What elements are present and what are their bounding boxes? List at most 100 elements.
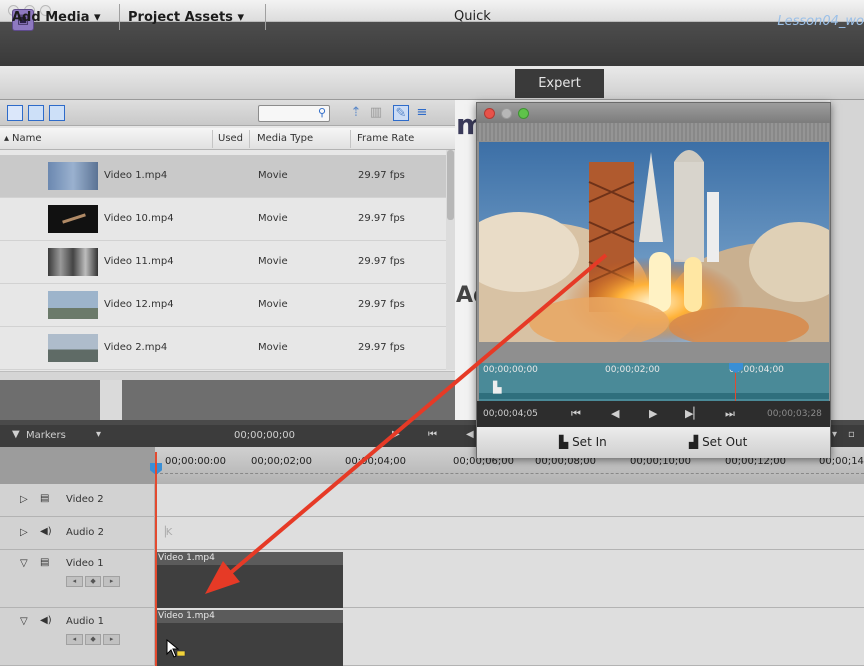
panel-menu-icon[interactable]: ≡: [414, 105, 430, 121]
panel-menu-icon[interactable]: ▾: [832, 429, 837, 440]
monitor-scrubber[interactable]: 00;00;00;00 00;00;02;00 00;00;04;00 ▙: [479, 363, 829, 401]
asset-name: Video 11.mp4: [104, 256, 174, 267]
set-out-button[interactable]: ▟ Set Out: [689, 435, 747, 449]
in-point-marker-icon[interactable]: ▙: [493, 381, 501, 394]
new-item-icon[interactable]: ⇡: [348, 105, 364, 121]
video-thumbnail: [48, 162, 98, 190]
assets-horizontal-scrollbar[interactable]: [0, 371, 455, 380]
play-icon[interactable]: ▶: [649, 407, 657, 420]
project-assets-button[interactable]: Project Assets ▾: [128, 10, 244, 25]
markers-label[interactable]: Markers: [26, 430, 66, 441]
col-media-type[interactable]: Media Type: [257, 133, 313, 144]
step-back-icon[interactable]: ◀: [611, 407, 619, 420]
chevron-down-icon: ▾: [237, 10, 244, 25]
zoom-window-icon[interactable]: [518, 108, 529, 119]
track-audio-2[interactable]: ▷ ◀) Audio 2 ▕K: [0, 517, 864, 550]
col-frame-rate[interactable]: Frame Rate: [357, 133, 414, 144]
asset-frame-rate: 29.97 fps: [358, 213, 405, 224]
expert-mode-button[interactable]: Expert: [515, 69, 604, 98]
set-in-label: Set In: [572, 435, 607, 449]
menu-strip: [0, 66, 864, 100]
assets-search-input[interactable]: ⚲: [258, 105, 330, 122]
col-used[interactable]: Used: [218, 133, 243, 144]
track-controls[interactable]: ◂ ◆ ▸: [66, 634, 121, 645]
set-in-out-bar: ▙ Set In ▟ Set Out: [477, 427, 830, 458]
asset-row[interactable]: Video 12.mp4 Movie 29.97 fps: [0, 284, 446, 327]
sort-ascending-icon: ▴: [4, 133, 10, 144]
step-back-icon[interactable]: ◀: [466, 429, 474, 440]
playhead-line[interactable]: [155, 452, 157, 666]
assets-vertical-scrollbar[interactable]: [446, 150, 455, 370]
step-forward-icon[interactable]: ▶▏: [685, 407, 702, 420]
set-in-icon: ▙: [559, 435, 569, 449]
audio-filter-icon[interactable]: [49, 105, 65, 121]
collapse-triangle-icon[interactable]: ▼: [12, 429, 20, 440]
go-to-end-icon[interactable]: ⏭: [725, 407, 735, 421]
project-title: Lesson04_wo: [777, 14, 864, 29]
set-in-button[interactable]: ▙ Set In: [559, 435, 607, 449]
trash-icon[interactable]: ▥: [368, 105, 384, 121]
video-filter-icon[interactable]: [7, 105, 23, 121]
shuttle-launch-image: [479, 142, 829, 342]
close-window-icon[interactable]: [484, 108, 495, 119]
assets-toolbar: [0, 100, 455, 126]
track-name: Video 2: [66, 494, 104, 505]
asset-name: Video 12.mp4: [104, 299, 174, 310]
asset-row[interactable]: Video 2.mp4 Movie 29.97 fps: [0, 327, 446, 370]
expand-triangle-icon[interactable]: ▷: [20, 527, 28, 538]
asset-name: Video 2.mp4: [104, 342, 168, 353]
monitor-titlebar: [477, 103, 830, 123]
image-filter-icon[interactable]: [28, 105, 44, 121]
expand-triangle-icon[interactable]: ▷: [20, 494, 28, 505]
skip-back-icon[interactable]: ⏮: [428, 429, 437, 440]
go-to-start-icon[interactable]: ⏮: [571, 407, 581, 421]
scrub-time-label: 00;00;00;00: [483, 365, 538, 375]
app-header: [0, 22, 864, 66]
track-name: Video 1: [66, 558, 104, 569]
clip-title: Video 1.mp4: [155, 610, 343, 623]
search-icon: ⚲: [317, 106, 326, 119]
asset-type: Movie: [258, 170, 288, 181]
track-controls[interactable]: ◂ ◆ ▸: [66, 576, 121, 587]
track-audio-1[interactable]: ▽ ◀) Audio 1 ◂ ◆ ▸ Video 1.mp4: [0, 608, 864, 666]
right-panel-edge: [830, 100, 864, 420]
menu-divider: [119, 4, 120, 30]
asset-type: Movie: [258, 213, 288, 224]
quick-mode-button[interactable]: Quick: [454, 9, 491, 24]
play-icon[interactable]: ▶: [392, 429, 400, 440]
asset-type: Movie: [258, 342, 288, 353]
menu-divider: [265, 4, 266, 30]
pin-icon[interactable]: ✎: [393, 105, 409, 121]
add-media-button[interactable]: Add Media ▾: [12, 10, 101, 25]
timeline-ruler-header: [0, 447, 155, 484]
track-header: ▽ ▤ Video 1 ◂ ◆ ▸: [0, 550, 155, 607]
collapse-triangle-icon[interactable]: ▽: [20, 558, 28, 569]
chevron-down-icon[interactable]: ▾: [96, 429, 101, 440]
source-monitor-window: 00;00;00;00 00;00;02;00 00;00;04;00 ▙ 00…: [476, 102, 831, 458]
mouse-cursor-icon: [166, 639, 186, 658]
video-thumbnail: [48, 334, 98, 362]
project-assets-label: Project Assets: [128, 10, 233, 25]
col-name[interactable]: Name: [12, 133, 42, 144]
ruler-tick-label: 00;00;02;00: [251, 456, 313, 467]
asset-row[interactable]: Video 11.mp4 Movie 29.97 fps: [0, 241, 446, 284]
track-video-1[interactable]: ▽ ▤ Video 1 ◂ ◆ ▸ Video 1.mp4: [0, 550, 864, 608]
scrub-time-label: 00;00;02;00: [605, 365, 660, 375]
track-name: Audio 2: [66, 527, 104, 538]
asset-name: Video 1.mp4: [104, 170, 168, 181]
set-out-label: Set Out: [702, 435, 748, 449]
timeline-time-display: 00;00;00;00: [234, 430, 296, 441]
asset-row[interactable]: Video 10.mp4 Movie 29.97 fps: [0, 198, 446, 241]
collapse-triangle-icon[interactable]: ▽: [20, 616, 28, 627]
video-clip[interactable]: Video 1.mp4: [155, 552, 343, 608]
video-track-icon: ▤: [40, 493, 50, 504]
clip-title: Video 1.mp4: [155, 552, 343, 565]
asset-row[interactable]: Video 1.mp4 Movie 29.97 fps: [0, 155, 446, 198]
video-thumbnail: [48, 291, 98, 319]
panel-maximize-icon[interactable]: ▫: [848, 429, 855, 440]
set-out-icon: ▟: [689, 435, 699, 449]
track-video-2[interactable]: ▷ ▤ Video 2: [0, 484, 864, 517]
minimize-window-icon[interactable]: [501, 108, 512, 119]
chevron-down-icon: ▾: [94, 10, 101, 25]
duration-timecode: 00;00;03;28: [767, 409, 822, 419]
